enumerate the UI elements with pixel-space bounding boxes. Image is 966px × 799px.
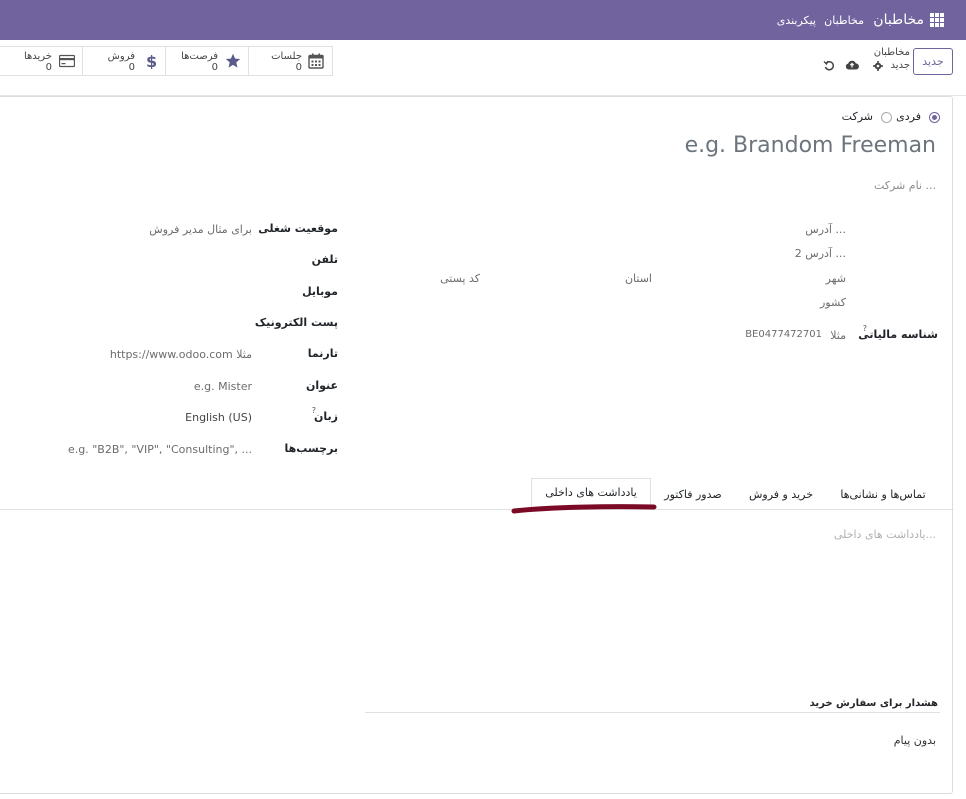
tab-divider [0,509,954,510]
street2-input[interactable]: آدرس 2 ... [795,247,846,260]
tab-invoicing[interactable]: صدور فاکتور [655,481,731,508]
purchase-warning-select[interactable]: بدون پیام [894,734,936,747]
title-input[interactable]: e.g. Mister [194,380,252,393]
name-input[interactable]: e.g. Brandom Freeman [685,133,936,158]
radio-individual-label[interactable]: فردی [896,110,921,123]
zip-input[interactable]: کد پستی [440,272,480,285]
company-name-input[interactable]: نام شرکت ... [874,179,936,192]
smart-button-sales[interactable]: $ فروش 0 [83,47,166,75]
vat-input[interactable]: BE0477472701 [745,329,822,340]
meetings-count: 0 [295,62,302,73]
sales-label: فروش [107,51,135,62]
opportunities-count: 0 [211,62,218,73]
sales-count: 0 [128,62,135,73]
language-help-icon[interactable]: ? [312,406,316,415]
credit-card-icon [59,54,75,68]
smart-button-meetings[interactable]: جلسات 0 [249,47,332,75]
radio-individual[interactable] [929,112,940,123]
tab-sales-purchase[interactable]: خرید و فروش [737,481,825,508]
title-label: عنوان [305,379,338,392]
purchases-count: 0 [45,62,52,73]
radio-company-label[interactable]: شرکت [842,110,873,123]
apps-grid-icon[interactable] [930,13,946,27]
city-input[interactable]: شهر [826,272,846,285]
form-sheet: فردی شرکت e.g. Brandom Freeman نام شرکت … [0,96,954,794]
purchase-warning-label: هشدار برای سفارش خرید [809,698,938,709]
purchases-label: خریدها [23,51,52,62]
discard-undo-icon[interactable] [823,59,835,71]
purchase-warning-divider [365,712,940,713]
calendar-icon [308,53,324,69]
email-label: پست الکترونیک [254,316,338,329]
phone-label: تلفن [311,253,338,266]
internal-notes-input[interactable]: یادداشت های داخلی... [834,528,936,541]
star-icon [225,53,241,68]
dollar-icon: $ [146,53,157,69]
meetings-label: جلسات [271,51,302,62]
top-navbar: مخاطبان مخاطبان پیکربندی [0,0,966,40]
street-input[interactable]: آدرس ... [805,223,846,236]
menu-configuration[interactable]: پیکربندی [777,14,816,27]
breadcrumb-current: جدید [890,60,910,71]
job-position-input[interactable]: برای مثال مدیر فروش [149,223,252,236]
control-panel: جدید مخاطبان جدید جلسات 0 [0,40,966,96]
app-brand[interactable]: مخاطبان [873,12,924,28]
vat-help-icon[interactable]: ? [863,324,867,333]
language-select[interactable]: English (US) [185,411,252,424]
breadcrumb-title[interactable]: مخاطبان [874,47,910,58]
job-position-label: موقعیت شغلی [258,222,338,235]
vat-label: شناسه مالیاتی [858,328,938,341]
svg-text:$: $ [146,53,157,69]
tab-contacts-addresses[interactable]: تماس‌ها و نشانی‌ها [831,481,935,508]
mobile-label: موبایل [302,285,338,298]
website-input[interactable]: https://www.odoo.com مثلا [110,348,252,361]
gear-icon[interactable] [873,61,883,71]
annotation-underline-mark [511,504,657,514]
state-select[interactable]: استان [625,272,652,285]
smart-buttons: جلسات 0 فرصت‌ها 0 $ فروش 0 خریدها 0 [0,46,333,76]
website-label: تارنما [307,347,338,360]
smart-button-purchases[interactable]: خریدها 0 [0,47,83,75]
save-cloud-icon[interactable] [845,60,859,70]
opportunities-label: فرصت‌ها [181,51,218,62]
tags-input[interactable]: e.g. "B2B", "VIP", "Consulting", ... [68,443,252,456]
radio-company[interactable] [881,112,892,123]
smart-button-opportunities[interactable]: فرصت‌ها 0 [166,47,249,75]
language-label: زبان [314,410,338,423]
vat-prefix: مثلا [830,329,846,342]
tags-label: برچسب‌ها [284,442,339,455]
country-select[interactable]: کشور [820,296,846,309]
menu-contacts[interactable]: مخاطبان [824,14,864,27]
new-button[interactable]: جدید [913,48,953,75]
